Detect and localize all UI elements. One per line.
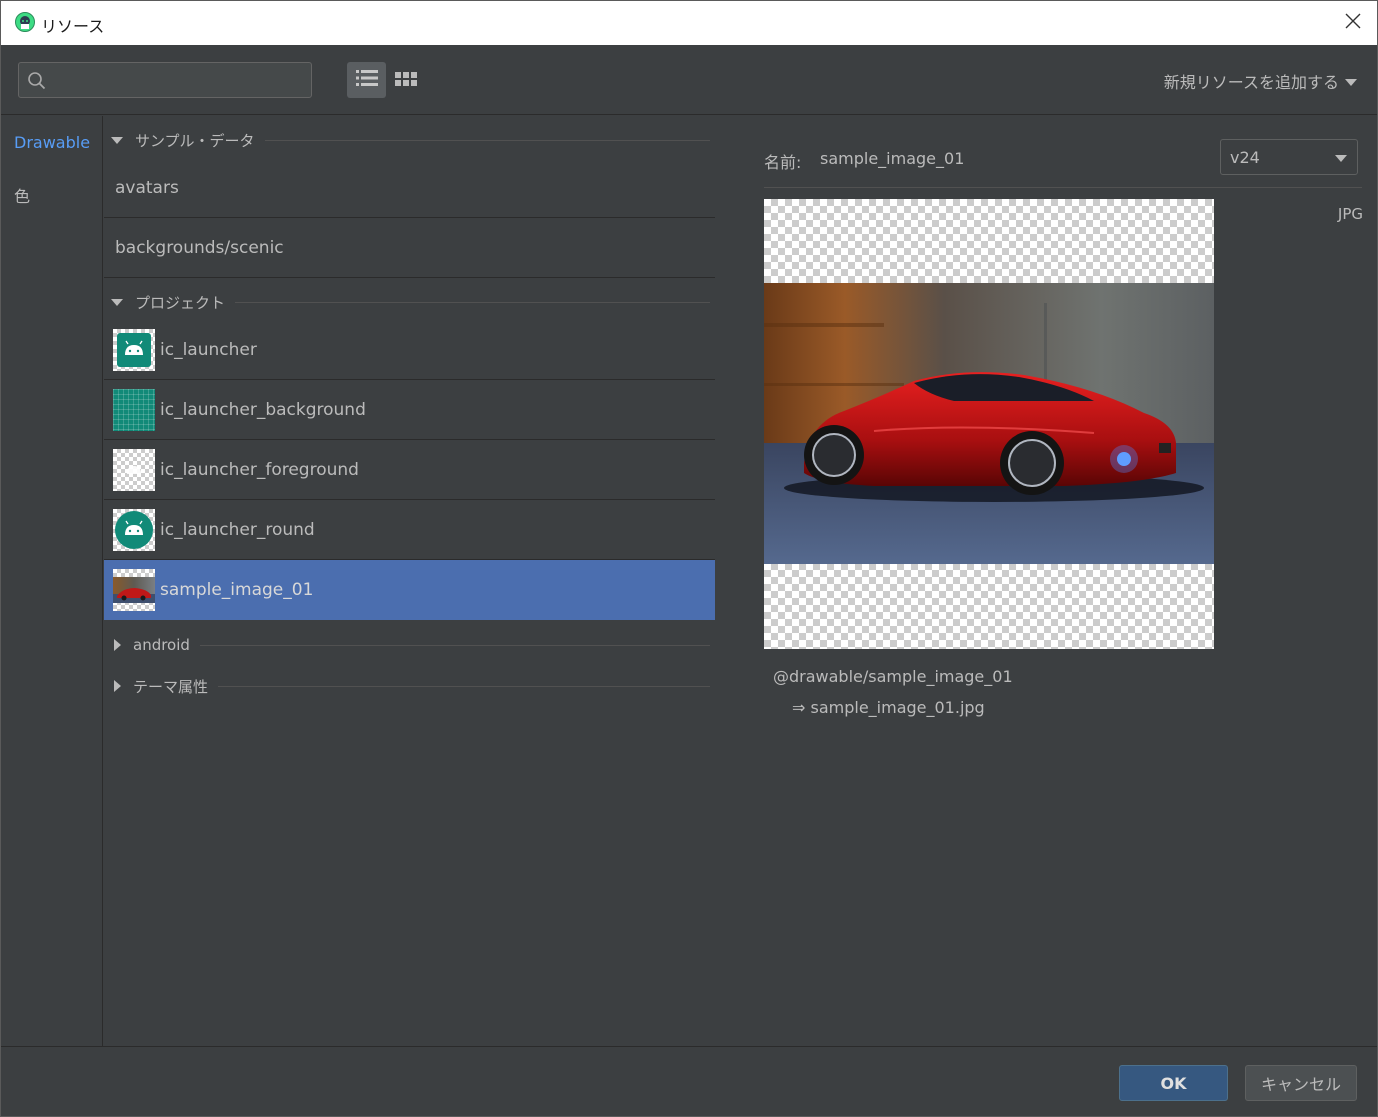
resource-reference: @drawable/sample_image_01 [773,667,1013,686]
category-drawable[interactable]: Drawable [14,133,90,152]
resource-file: ⇒ sample_image_01.jpg [792,698,985,717]
ic-launcher-foreground-thumbnail [113,448,155,491]
section-theme-attributes[interactable]: テーマ属性 [104,671,715,701]
list-item-label: ic_launcher_foreground [160,459,359,480]
search-input[interactable] [55,67,305,93]
window-title: リソース [41,17,105,36]
list-item-label: sample_image_01 [160,579,314,600]
list-item-avatars[interactable]: avatars [104,158,715,218]
chevron-down-icon [1335,155,1347,162]
section-label: サンプル・データ [135,131,255,150]
list-view-icon [355,69,378,91]
resource-name-value: sample_image_01 [820,149,965,168]
expand-right-icon [114,639,121,651]
android-studio-icon [15,12,35,32]
close-icon [1345,13,1361,33]
list-item-label: ic_launcher_background [160,399,366,420]
section-label: android [133,636,190,654]
version-value: v24 [1230,148,1260,167]
section-divider [264,139,710,141]
cancel-button[interactable]: キャンセル [1245,1065,1357,1101]
add-resource-dropdown[interactable]: 新規リソースを追加する [1164,69,1357,93]
list-item-label: ic_launcher [160,339,257,360]
resource-dialog: リソース 新規リソースを追加する Drawable 色 サンプル・データ ava… [0,0,1378,1117]
ic-launcher-background-thumbnail [113,388,155,431]
category-color[interactable]: 色 [14,183,30,207]
car-photo [764,283,1214,564]
expand-right-icon [114,680,121,692]
section-divider [218,685,710,687]
expand-down-icon [111,298,123,306]
list-item-label: ic_launcher_round [160,519,315,540]
list-item-label: avatars [115,177,179,198]
list-item-ic-launcher-round[interactable]: ic_launcher_round [104,500,715,560]
grid-view-icon [395,71,417,90]
toolbar: 新規リソースを追加する [1,45,1377,115]
section-android[interactable]: android [104,630,715,660]
ic-launcher-round-thumbnail [113,508,155,551]
image-preview [764,199,1214,649]
list-item-sample-image-01[interactable]: sample_image_01 [104,560,715,620]
ok-button[interactable]: OK [1119,1065,1228,1101]
list-view-button[interactable] [347,62,386,98]
search-icon [27,71,47,91]
dialog-footer: OK キャンセル [1,1046,1377,1116]
chevron-down-icon [1345,78,1357,86]
section-sample-data[interactable]: サンプル・データ [104,125,715,155]
category-nav: Drawable 色 [1,116,103,1046]
list-item-ic-launcher[interactable]: ic_launcher [104,320,715,380]
version-select[interactable]: v24 [1220,139,1358,175]
resource-list: サンプル・データ avatars backgrounds/scenic プロジェ… [104,116,715,1046]
resource-detail-panel: 名前: sample_image_01 v24 JPG @drawable/sa… [715,116,1377,1046]
section-label: プロジェクト [135,293,226,312]
sample-image-thumbnail [113,568,155,611]
expand-down-icon [111,136,123,144]
list-item-label: backgrounds/scenic [115,237,284,258]
detail-divider [764,187,1362,188]
format-tag: JPG [1337,205,1363,223]
section-divider [199,644,710,646]
section-project[interactable]: プロジェクト [104,287,715,317]
list-item-ic-launcher-foreground[interactable]: ic_launcher_foreground [104,440,715,500]
search-box[interactable] [18,62,312,98]
grid-view-button[interactable] [393,62,419,98]
name-label: 名前: [764,153,802,172]
add-resource-label: 新規リソースを追加する [1163,73,1339,92]
close-button[interactable] [1329,1,1377,45]
ic-launcher-thumbnail [113,328,155,371]
title-bar: リソース [1,1,1377,45]
list-item-backgrounds-scenic[interactable]: backgrounds/scenic [104,218,715,278]
list-item-ic-launcher-background[interactable]: ic_launcher_background [104,380,715,440]
section-label: テーマ属性 [133,677,209,696]
section-divider [235,301,710,303]
